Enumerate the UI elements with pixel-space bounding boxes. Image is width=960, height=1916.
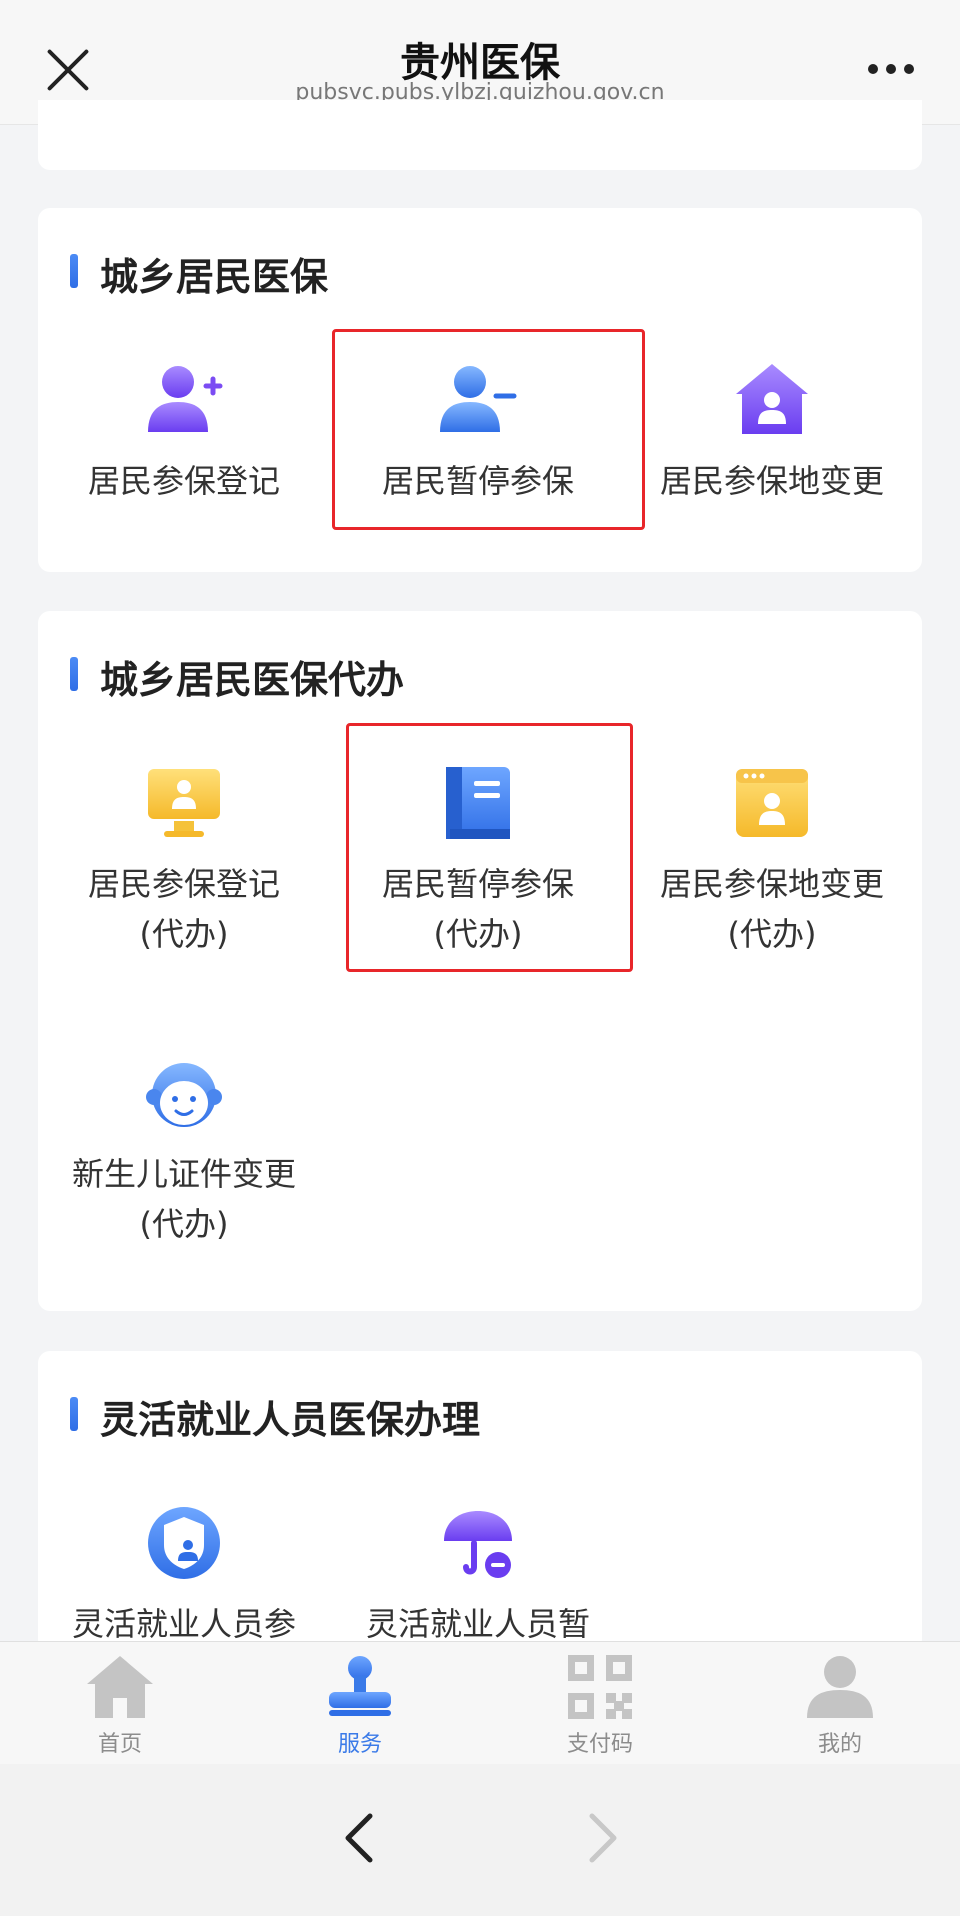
- nav-label: 我的: [817, 1732, 862, 1757]
- service-sublabel: (代办): [139, 1205, 229, 1243]
- service-item-newborn-change[interactable]: 新生儿证件变更 (代办): [38, 1053, 330, 1249]
- highlight-box: [346, 723, 633, 972]
- service-label: 居民参保登记: [87, 865, 280, 903]
- qr-code-icon: [565, 1652, 635, 1722]
- service-sublabel: (代办): [139, 915, 229, 953]
- nav-item-home[interactable]: 首页: [0, 1652, 240, 1758]
- highlight-box: [332, 329, 645, 530]
- section-title: 灵活就业人员医保办理: [70, 1389, 480, 1444]
- bottom-nav: 首页 服务 支付码 我的: [0, 1641, 960, 1764]
- service-item-proxy-relocate[interactable]: 居民参保地变更 (代办): [626, 763, 918, 959]
- service-sublabel: (代办): [727, 915, 817, 953]
- nav-item-paycode[interactable]: 支付码: [480, 1652, 720, 1758]
- forward-arrow-icon[interactable]: [572, 1808, 632, 1868]
- section-title: 城乡居民医保: [70, 246, 328, 301]
- user-icon: [805, 1652, 875, 1722]
- nav-label: 服务: [337, 1732, 382, 1757]
- umbrella-icon: [438, 1503, 518, 1583]
- home-person-icon: [732, 360, 812, 440]
- service-label: 新生儿证件变更: [71, 1155, 296, 1193]
- nav-item-service[interactable]: 服务: [240, 1652, 480, 1758]
- more-icon[interactable]: [868, 64, 914, 74]
- section-title: 城乡居民医保代办: [70, 649, 404, 704]
- previous-card: [38, 100, 922, 170]
- back-arrow-icon[interactable]: [330, 1808, 390, 1868]
- service-item-resident-register[interactable]: 居民参保登记: [38, 360, 330, 506]
- service-label: 居民参保地变更: [659, 462, 884, 500]
- service-label: 居民参保地变更: [659, 865, 884, 903]
- service-label: 居民参保登记: [87, 462, 280, 500]
- browser-person-icon: [732, 763, 812, 843]
- service-item-proxy-register[interactable]: 居民参保登记 (代办): [38, 763, 330, 959]
- stamp-icon: [325, 1652, 395, 1722]
- section-card: 灵活就业人员医保办理 灵活就业人员参 灵活就业人员暂: [38, 1351, 922, 1651]
- service-item-flexible-enroll[interactable]: 灵活就业人员参: [38, 1503, 330, 1649]
- monitor-person-icon: [144, 763, 224, 843]
- baby-face-icon: [144, 1053, 224, 1133]
- shield-person-icon: [144, 1503, 224, 1583]
- nav-item-mine[interactable]: 我的: [720, 1652, 960, 1758]
- nav-label: 支付码: [566, 1732, 633, 1757]
- nav-label: 首页: [97, 1732, 142, 1757]
- home-icon: [85, 1652, 155, 1722]
- person-add-icon: [144, 360, 224, 440]
- service-item-flexible-suspend[interactable]: 灵活就业人员暂: [332, 1503, 624, 1649]
- service-item-resident-relocate[interactable]: 居民参保地变更: [626, 360, 918, 506]
- browser-toolbar: [0, 1764, 960, 1916]
